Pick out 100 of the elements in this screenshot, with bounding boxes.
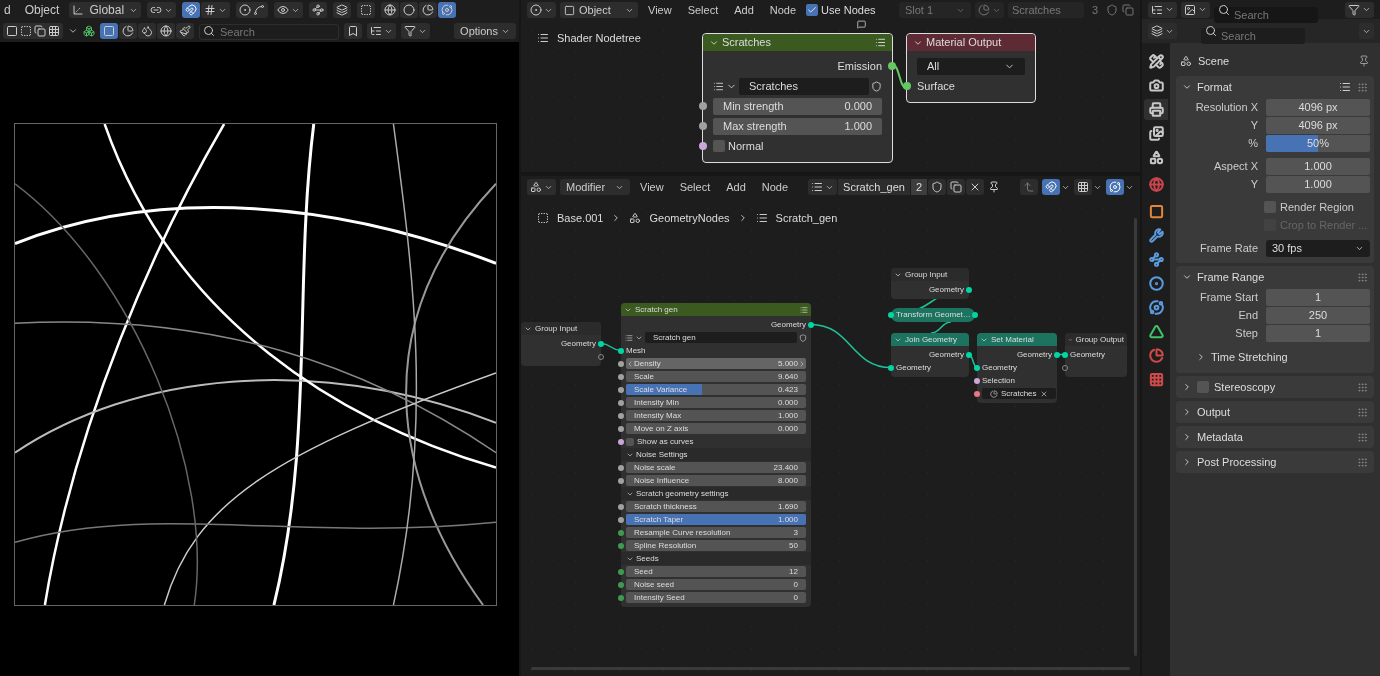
node-socket[interactable] (618, 386, 624, 393)
node-socket[interactable] (699, 142, 707, 150)
checkbox[interactable] (713, 140, 725, 152)
display-mode-button[interactable] (1148, 1, 1177, 18)
material-field[interactable]: Scratches (982, 388, 1056, 399)
subpanel-header[interactable]: Time Stretching (1178, 347, 1372, 367)
datablock-field[interactable]: Scratch gen (645, 332, 797, 343)
number-field[interactable]: Scratch Taper 1.000 (626, 514, 806, 525)
proportional-button[interactable] (236, 2, 269, 18)
checkbox[interactable] (1197, 381, 1209, 393)
node-socket[interactable] (618, 594, 624, 601)
number-field[interactable]: 1.000 (1266, 175, 1370, 193)
display-mode-button[interactable] (176, 23, 194, 39)
user-count[interactable]: 2 (910, 179, 927, 195)
panel-header[interactable]: Noise Settings (621, 448, 811, 461)
node-socket[interactable] (618, 477, 624, 484)
node-socket[interactable] (699, 122, 707, 130)
node-group-name-field[interactable]: Scratch_gen (838, 179, 910, 195)
visibility-button[interactable] (274, 2, 304, 18)
node-socket[interactable] (974, 364, 980, 371)
node-socket[interactable] (618, 516, 624, 523)
breadcrumb[interactable]: GeometryNodes (649, 210, 730, 227)
node-socket[interactable] (699, 102, 707, 110)
editor-type-button[interactable] (1148, 23, 1177, 39)
panel-header[interactable]: Seeds (621, 552, 811, 565)
context-dropdown[interactable]: Modifier (560, 179, 630, 195)
number-field[interactable]: Intensity Min 0.000 (626, 397, 806, 408)
number-field[interactable]: Scratch thickness 1.690 (626, 501, 806, 512)
number-field[interactable]: Resample Curve resolution 3 (626, 527, 806, 538)
node[interactable]: Group Input Geometry (521, 322, 601, 366)
number-field[interactable]: Density 5.000 (626, 358, 806, 369)
target-dropdown[interactable]: All (917, 57, 1025, 75)
display-mode-button[interactable] (119, 23, 137, 39)
checkbox[interactable]: Render Region (1264, 198, 1354, 216)
breadcrumb[interactable]: Scratch_gen (775, 210, 838, 227)
node-socket[interactable] (966, 286, 972, 293)
number-field[interactable]: 1 (1266, 324, 1370, 342)
node-socket[interactable] (808, 321, 814, 328)
node-socket[interactable] (618, 542, 624, 549)
filter-button[interactable] (1345, 1, 1374, 18)
menu-item[interactable]: Select (673, 178, 717, 196)
node[interactable]: Scratches Emission Scratches Min strength 0.000 Max strength 1.000 Normal (702, 33, 893, 163)
orientation-dropdown[interactable]: Global (69, 2, 142, 18)
node-socket[interactable] (618, 360, 624, 367)
toggle-button[interactable] (1074, 179, 1092, 195)
node-socket[interactable] (618, 412, 624, 419)
shading-button[interactable] (438, 2, 457, 18)
xray-button[interactable] (357, 2, 376, 18)
options-dropdown[interactable]: Options (454, 23, 516, 39)
number-field[interactable]: 1 (1266, 288, 1370, 306)
node-socket[interactable] (1062, 351, 1068, 358)
shading-button[interactable] (419, 2, 438, 18)
node-group-browse-button[interactable] (808, 179, 838, 195)
pivot-button[interactable] (147, 2, 177, 18)
number-field[interactable]: 250 (1266, 306, 1370, 324)
number-field[interactable]: Noise seed 0 (626, 579, 806, 590)
node-socket[interactable] (618, 373, 624, 380)
display-mode-button[interactable] (100, 23, 118, 39)
select-mode-button[interactable] (3, 23, 63, 39)
filter-button[interactable] (401, 23, 430, 39)
menu-item[interactable]: Object (20, 1, 64, 19)
node-socket[interactable] (618, 464, 624, 471)
panel-header[interactable]: Stereoscopy (1176, 376, 1374, 398)
node-socket[interactable] (618, 581, 624, 588)
fake-user-button[interactable] (928, 179, 946, 195)
node[interactable]: Material Output All Surface (906, 33, 1036, 103)
number-field[interactable]: Seed 12 (626, 566, 806, 577)
snap-target-button[interactable] (201, 2, 231, 18)
node-socket[interactable] (974, 390, 980, 397)
breadcrumb[interactable]: Shader Nodetree (557, 30, 641, 47)
node-socket[interactable] (598, 340, 604, 347)
search-field[interactable]: Search (1214, 6, 1318, 23)
number-field[interactable]: 4096 px (1266, 98, 1370, 116)
panel-header[interactable]: Output (1176, 401, 1374, 423)
number-field[interactable]: Scale 9.640 (626, 371, 806, 382)
number-field[interactable]: 4096 px (1266, 116, 1370, 134)
node-socket[interactable] (974, 377, 980, 384)
datablock-field[interactable]: Scratches (739, 77, 869, 95)
editor-type-button[interactable] (1181, 1, 1210, 18)
node-socket[interactable] (888, 364, 894, 371)
filter-toggle[interactable] (344, 23, 362, 39)
gizmo-button[interactable] (309, 2, 328, 18)
node[interactable] (621, 303, 811, 607)
node-socket[interactable] (1054, 351, 1060, 358)
shading-button[interactable] (381, 2, 400, 18)
node-socket[interactable] (618, 568, 624, 575)
number-field[interactable]: Spline Resolution 50 (626, 540, 806, 551)
node[interactable]: Set Material Geometry Geometry Selection Scratches (977, 333, 1057, 403)
number-field[interactable]: Intensity Max 1.000 (626, 410, 806, 421)
node-socket[interactable] (618, 425, 624, 432)
display-mode-button[interactable] (157, 23, 175, 39)
number-field[interactable]: Noise Influence 8.000 (626, 475, 806, 486)
panel-header[interactable]: Metadata (1176, 426, 1374, 448)
node[interactable]: Join Geometry Geometry Geometry (891, 333, 969, 377)
panel-header[interactable]: Frame Range (1176, 266, 1374, 288)
node-socket[interactable] (618, 347, 624, 354)
number-field[interactable]: Intensity Seed 0 (626, 592, 806, 603)
node-socket[interactable] (903, 82, 911, 90)
shading-button[interactable] (400, 2, 419, 18)
number-field[interactable]: Scale Variance 0.423 (626, 384, 806, 395)
